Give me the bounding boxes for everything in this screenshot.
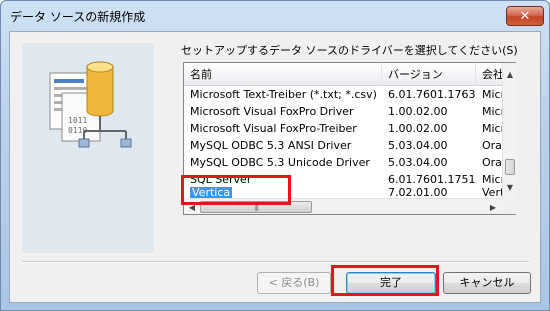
cancel-button[interactable]: キャンセル [443,272,531,294]
list-row[interactable]: MySQL ODBC 5.3 ANSI Driver 5.03.04.00 Or… [184,138,502,154]
column-header-version[interactable]: バージョン [382,63,476,86]
row-version: 6.01.7601.17514 [388,173,476,186]
column-header-company[interactable]: 会社 [476,63,502,86]
row-name: SQL Server [190,173,252,186]
row-version: 1.00.02.00 [388,122,448,135]
finish-button[interactable]: 完了 [346,272,436,294]
row-company: Micr [482,122,502,135]
list-row[interactable]: Microsoft Text-Treiber (*.txt; *.csv) 6.… [184,87,502,103]
odbc-database-icon: 0110 1011 [49,61,132,148]
driver-list[interactable]: 名前 バージョン 会社 Microsoft Text-Treiber (*.tx… [183,62,516,215]
illustration-panel: 0110 1011 [22,43,154,253]
list-header: 名前 バージョン 会社 [184,63,502,86]
row-company: Micr [482,173,502,186]
horizontal-scroll-thumb[interactable]: ||| [200,201,312,213]
row-name: Microsoft Visual FoxPro Driver [190,105,354,118]
horizontal-scrollbar[interactable]: ◀ ||| ▶ [184,198,502,214]
row-version: 5.03.04.00 [388,139,448,152]
close-icon: ✕ [519,8,531,24]
row-name: MySQL ODBC 5.3 Unicode Driver [190,156,370,169]
row-name: Microsoft Text-Treiber (*.txt; *.csv) [190,88,376,101]
title-bar[interactable]: データ ソースの新規作成 ✕ [1,1,549,31]
triangle-right-icon[interactable]: ▶ [486,200,500,214]
svg-text:1011: 1011 [68,116,87,125]
dialog-window: データ ソースの新規作成 ✕ 0110 1011 セットアップするデータ ソース… [0,0,550,311]
back-button[interactable]: < 戻る(B) [257,272,331,294]
row-company: Orac [482,139,502,152]
dialog-client: 0110 1011 セットアップするデータ ソースのドライバーを選択してください… [9,31,541,303]
row-version: 6.01.7601.17632 [388,88,476,101]
vertical-scrollbar[interactable]: ▲ ▼ [502,63,516,198]
list-row[interactable]: Microsoft Visual FoxPro-Treiber 1.00.02.… [184,121,502,137]
row-version: 5.03.04.00 [388,156,448,169]
row-company: Micr [482,105,502,118]
row-company: Micr [482,88,502,101]
column-header-name[interactable]: 名前 [184,63,382,86]
vertical-scroll-thumb[interactable] [505,159,515,175]
triangle-down-icon[interactable]: ▼ [503,180,517,194]
window-title: データ ソースの新規作成 [10,10,146,24]
triangle-left-icon[interactable]: ◀ [185,200,199,214]
scroll-corner [502,198,516,214]
close-button[interactable]: ✕ [506,6,544,26]
triangle-up-icon[interactable]: ▲ [503,67,517,81]
row-name: MySQL ODBC 5.3 ANSI Driver [190,139,352,152]
list-row[interactable]: SQL Server 6.01.7601.17514 Micr [184,172,502,188]
list-row[interactable]: Microsoft Visual FoxPro Driver 1.00.02.0… [184,104,502,120]
row-version: 1.00.02.00 [388,105,448,118]
row-company: Orac [482,156,502,169]
separator [22,261,529,263]
list-row[interactable]: MySQL ODBC 5.3 Unicode Driver 5.03.04.00… [184,155,502,171]
row-name: Microsoft Visual FoxPro-Treiber [190,122,357,135]
driver-prompt-label: セットアップするデータ ソースのドライバーを選択してください(S) [181,44,518,57]
